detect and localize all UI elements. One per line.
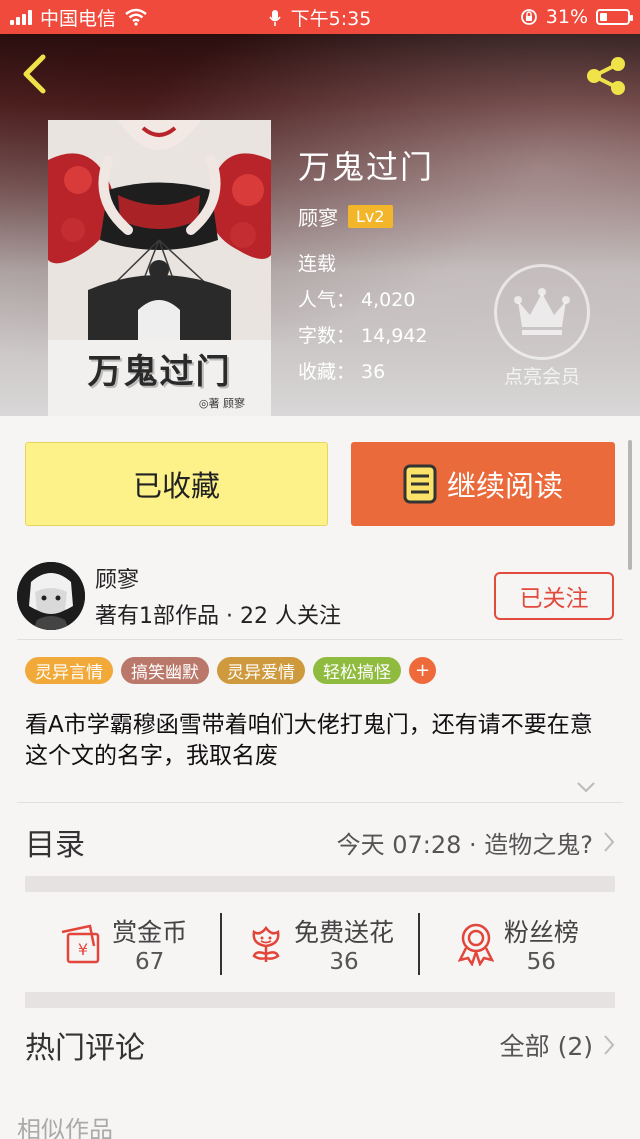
table-of-contents-row[interactable]: 目录 今天 07:28 · 造物之鬼? bbox=[25, 812, 615, 872]
tag-item[interactable]: 灵异言情 bbox=[25, 657, 113, 684]
scrollbar[interactable] bbox=[628, 440, 632, 570]
author-avatar[interactable] bbox=[17, 562, 85, 630]
coin-envelope-icon: ¥ bbox=[61, 924, 100, 964]
vip-button[interactable]: 点亮会员 bbox=[494, 264, 590, 389]
send-flowers-button[interactable]: 免费送花 36 bbox=[220, 913, 417, 975]
book-author[interactable]: 顾寥 bbox=[298, 202, 338, 231]
level-badge: Lv2 bbox=[348, 205, 393, 228]
all-comments-link[interactable]: 全部 (2) bbox=[500, 1027, 615, 1063]
share-icon bbox=[587, 57, 625, 95]
author-meta: 著有1部作品 · 22 人关注 bbox=[95, 604, 341, 629]
vip-label: 点亮会员 bbox=[503, 366, 580, 388]
author-name[interactable]: 顾寥 bbox=[95, 562, 139, 594]
section-separator bbox=[25, 876, 615, 892]
signal-icon bbox=[10, 9, 32, 25]
crown-icon bbox=[514, 288, 570, 335]
latest-chapter: 今天 07:28 · 造物之鬼? bbox=[337, 825, 615, 860]
book-title: 万鬼过门 bbox=[298, 148, 435, 186]
cover-title: 万鬼过门 bbox=[87, 352, 232, 392]
tag-item[interactable]: 轻松搞怪 bbox=[313, 657, 401, 684]
tag-item[interactable]: 灵异爱情 bbox=[217, 657, 305, 684]
wifi-icon bbox=[125, 8, 147, 26]
avatar-image bbox=[17, 562, 85, 630]
continue-reading-button[interactable]: 继续阅读 bbox=[351, 442, 615, 526]
word-count-stat: 字数： 14,942 bbox=[298, 325, 428, 347]
status-bar: 中国电信 下午5:35 31% bbox=[0, 0, 640, 34]
book-cover[interactable]: 万鬼过门 ◎著 顾寥 bbox=[48, 120, 271, 416]
fan-ranking-button[interactable]: 粉丝榜 56 bbox=[417, 913, 615, 975]
chevron-left-icon bbox=[23, 54, 46, 94]
medal-icon bbox=[457, 923, 495, 966]
back-button[interactable] bbox=[14, 52, 54, 96]
support-stats-row: ¥ 赏金币 67 免费送花 36 粉丝榜 56 bbox=[25, 900, 615, 988]
svg-text:¥: ¥ bbox=[78, 940, 88, 959]
chevron-right-icon bbox=[604, 832, 615, 852]
section-separator bbox=[25, 992, 615, 1008]
chevron-right-icon bbox=[604, 1035, 615, 1055]
battery-percent: 31% bbox=[545, 6, 588, 28]
clock: 下午5:35 bbox=[290, 7, 372, 30]
more-tags-button[interactable]: + bbox=[409, 657, 436, 684]
book-header: 万鬼过门 ◎著 顾寥 万鬼过门 顾寥 Lv2 连载 人气： 4,020 字数： 14… bbox=[0, 34, 640, 416]
microphone-icon bbox=[269, 9, 281, 26]
similar-works-title: 相似作品 bbox=[17, 1116, 113, 1139]
hot-comments-title: 热门评论 bbox=[25, 1031, 145, 1066]
tag-list: 灵异言情 搞笑幽默 灵异爱情 轻松搞怪 + bbox=[25, 657, 436, 684]
hot-comments-header: 热门评论 全部 (2) bbox=[25, 1015, 615, 1075]
book-info: 万鬼过门 顾寥 Lv2 连载 人气： 4,020 字数： 14,942 收藏： 36 bbox=[298, 142, 434, 384]
chevron-down-icon bbox=[577, 782, 595, 793]
divider bbox=[17, 639, 623, 640]
expand-description-button[interactable] bbox=[576, 778, 596, 797]
popularity-stat: 人气： 4,020 bbox=[298, 289, 416, 311]
cover-author: ◎著 顾寥 bbox=[198, 397, 245, 410]
book-description: 看A市学霸穆函雪带着咱们大佬打鬼门，还有请不要在意这个文的名字，我取名废 bbox=[25, 712, 593, 769]
flower-icon bbox=[252, 925, 280, 962]
action-buttons: 已收藏 继续阅读 bbox=[25, 442, 615, 526]
serial-status: 连载 bbox=[298, 253, 337, 275]
battery-icon bbox=[596, 9, 633, 25]
tag-item[interactable]: 搞笑幽默 bbox=[121, 657, 209, 684]
share-button[interactable] bbox=[582, 54, 630, 98]
reward-coins-button[interactable]: ¥ 赏金币 67 bbox=[25, 913, 220, 975]
toc-title: 目录 bbox=[25, 828, 85, 863]
follow-button[interactable]: 已关注 bbox=[494, 572, 614, 620]
favorite-button[interactable]: 已收藏 bbox=[25, 442, 328, 526]
cover-artwork bbox=[48, 120, 271, 340]
rotation-lock-icon bbox=[520, 9, 537, 25]
author-block: 顾寥 著有1部作品 · 22 人关注 已关注 bbox=[17, 558, 617, 638]
divider bbox=[17, 802, 623, 803]
carrier-label: 中国电信 bbox=[40, 7, 117, 30]
book-icon bbox=[403, 464, 437, 504]
favorites-stat: 收藏： 36 bbox=[298, 361, 386, 383]
